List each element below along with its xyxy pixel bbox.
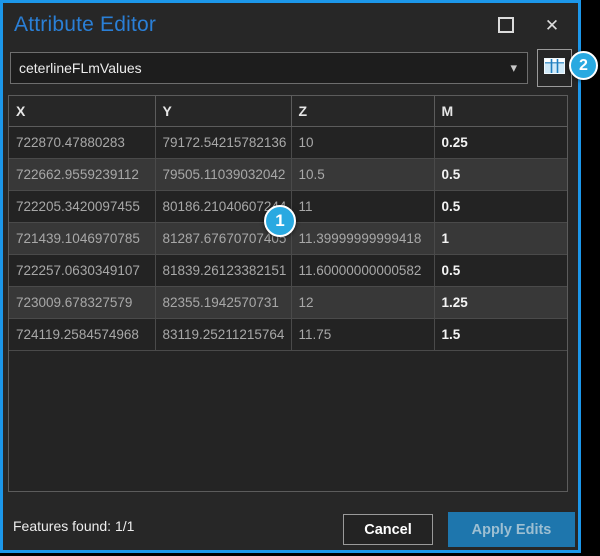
maximize-button[interactable] (494, 13, 518, 37)
cell-m[interactable]: 0.5 (434, 191, 568, 223)
cell-z[interactable]: 11 (291, 191, 434, 223)
cell-m[interactable]: 0.5 (434, 159, 568, 191)
attribute-editor-dialog: Attribute Editor ✕ ceterlineFLmValues ▾ (0, 0, 581, 553)
table-row: 722870.47880283 79172.54215782136 10 0.2… (9, 127, 568, 159)
cell-x[interactable]: 722870.47880283 (9, 127, 155, 159)
layer-select-value: ceterlineFLmValues (19, 60, 142, 76)
table-row: 722662.9559239112 79505.11039032042 10.5… (9, 159, 568, 191)
cell-x[interactable]: 721439.1046970785 (9, 223, 155, 255)
dialog-title: Attribute Editor (14, 13, 156, 37)
table-row: 724119.2584574968 83119.25211215764 11.7… (9, 319, 568, 351)
close-icon: ✕ (545, 17, 559, 34)
table-row: 722257.0630349107 81839.26123382151 11.6… (9, 255, 568, 287)
cell-z[interactable]: 10.5 (291, 159, 434, 191)
apply-edits-button[interactable]: Apply Edits (448, 512, 575, 547)
annotation-badge-1: 1 (264, 205, 296, 237)
cell-m[interactable]: 0.25 (434, 127, 568, 159)
cell-x[interactable]: 722205.3420097455 (9, 191, 155, 223)
features-found-status: Features found: 1/1 (13, 518, 134, 534)
table-columns-icon (544, 58, 565, 79)
cell-m[interactable]: 1.5 (434, 319, 568, 351)
cell-x[interactable]: 722257.0630349107 (9, 255, 155, 287)
cell-x[interactable]: 723009.678327579 (9, 287, 155, 319)
column-header-m[interactable]: M (434, 96, 568, 127)
cell-y[interactable]: 83119.25211215764 (155, 319, 291, 351)
cell-z[interactable]: 11.75 (291, 319, 434, 351)
cell-y[interactable]: 79505.11039032042 (155, 159, 291, 191)
cell-y[interactable]: 82355.1942570731 (155, 287, 291, 319)
header-row: X Y Z M (9, 96, 568, 127)
cell-m[interactable]: 1.25 (434, 287, 568, 319)
column-header-x[interactable]: X (9, 96, 155, 127)
layer-select-dropdown[interactable]: ceterlineFLmValues ▾ (10, 52, 528, 84)
cell-m[interactable]: 1 (434, 223, 568, 255)
chevron-down-icon: ▾ (510, 60, 517, 76)
cell-z[interactable]: 11.39999999999418 (291, 223, 434, 255)
table-row: 723009.678327579 82355.1942570731 12 1.2… (9, 287, 568, 319)
cell-z[interactable]: 10 (291, 127, 434, 159)
attribute-table-panel: X Y Z M 722870.47880283 79172.5421578213… (8, 95, 568, 492)
cell-y[interactable]: 81839.26123382151 (155, 255, 291, 287)
cell-x[interactable]: 722662.9559239112 (9, 159, 155, 191)
cell-x[interactable]: 724119.2584574968 (9, 319, 155, 351)
cancel-button[interactable]: Cancel (343, 514, 433, 545)
cell-m[interactable]: 0.5 (434, 255, 568, 287)
cell-z[interactable]: 11.60000000000582 (291, 255, 434, 287)
annotation-badge-2: 2 (569, 51, 598, 80)
maximize-icon (498, 17, 514, 33)
cell-y[interactable]: 79172.54215782136 (155, 127, 291, 159)
close-button[interactable]: ✕ (540, 13, 564, 37)
column-header-z[interactable]: Z (291, 96, 434, 127)
titlebar: Attribute Editor ✕ (3, 3, 578, 47)
column-header-y[interactable]: Y (155, 96, 291, 127)
cell-z[interactable]: 12 (291, 287, 434, 319)
toggle-fields-view-button[interactable] (537, 49, 572, 87)
